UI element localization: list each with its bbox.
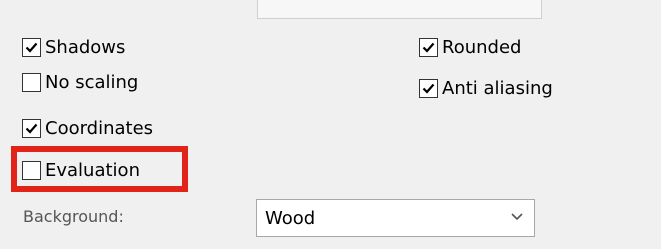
- checkmark-icon: [25, 123, 38, 134]
- checkmark-icon: [422, 42, 435, 53]
- background-select-value: Wood: [265, 207, 316, 229]
- no-scaling-label: No scaling: [45, 71, 139, 93]
- chevron-down-icon: [511, 213, 523, 221]
- no-scaling-checkbox[interactable]: No scaling: [22, 69, 138, 95]
- shadows-checkbox[interactable]: Shadows: [22, 34, 125, 60]
- checkmark-icon: [422, 83, 435, 94]
- coordinates-checkbox[interactable]: Coordinates: [22, 115, 153, 141]
- background-label: Background:: [23, 207, 124, 226]
- background-select[interactable]: Wood: [256, 199, 535, 237]
- shadows-label: Shadows: [45, 36, 126, 58]
- top-panel-edge: [257, 0, 542, 19]
- rounded-checkbox[interactable]: Rounded: [419, 34, 521, 60]
- checkbox-box[interactable]: [419, 37, 438, 57]
- rounded-label: Rounded: [442, 36, 522, 58]
- checkbox-box[interactable]: [22, 37, 41, 57]
- checkbox-box[interactable]: [22, 118, 41, 138]
- anti-aliasing-label: Anti aliasing: [442, 77, 553, 99]
- checkmark-icon: [25, 42, 38, 53]
- checkbox-box[interactable]: [22, 72, 41, 92]
- checkbox-box[interactable]: [419, 78, 438, 98]
- coordinates-label: Coordinates: [45, 117, 154, 139]
- anti-aliasing-checkbox[interactable]: Anti aliasing: [419, 75, 553, 101]
- highlight-box: [11, 146, 188, 192]
